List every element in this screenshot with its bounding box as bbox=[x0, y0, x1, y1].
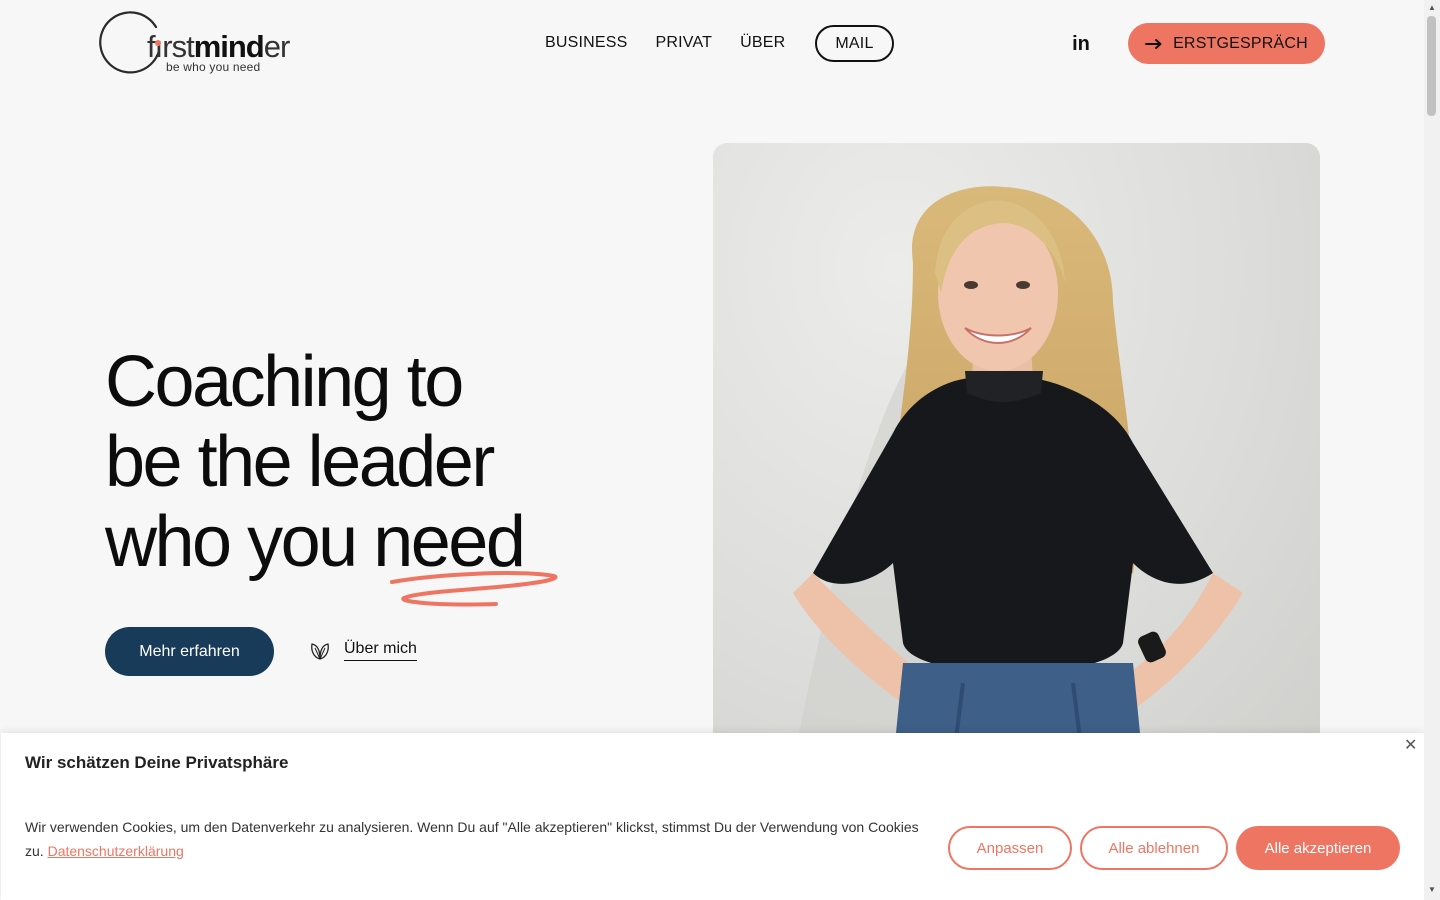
cookie-customize-button[interactable]: Anpassen bbox=[948, 826, 1072, 870]
portrait-illustration bbox=[793, 186, 1243, 763]
main-nav: BUSINESS PRIVAT ÜBER MAIL bbox=[531, 24, 894, 62]
hero-headline: Coaching to be the leader who you need bbox=[105, 342, 645, 582]
privacy-policy-link[interactable]: Datenschutzerklärung bbox=[48, 843, 184, 859]
hero-portrait bbox=[713, 143, 1320, 763]
hero-line-1: Coaching to bbox=[105, 342, 464, 422]
erstgespraech-button[interactable]: ERSTGESPRÄCH bbox=[1128, 23, 1325, 64]
hero-line-3: who you need bbox=[105, 502, 526, 582]
erstgespraech-label: ERSTGESPRÄCH bbox=[1173, 34, 1308, 52]
nav-mail-button[interactable]: MAIL bbox=[815, 24, 894, 62]
scroll-up-arrow-icon[interactable]: ▲ bbox=[1428, 3, 1436, 12]
nav-business[interactable]: BUSINESS bbox=[531, 24, 642, 62]
logo[interactable]: fırstminder be who you need bbox=[99, 11, 309, 77]
scrollbar-thumb[interactable] bbox=[1427, 16, 1436, 116]
scroll-down-arrow-icon[interactable]: ▼ bbox=[1428, 885, 1436, 894]
logo-wordmark: fırstminder bbox=[147, 29, 290, 64]
cookie-reject-button[interactable]: Alle ablehnen bbox=[1080, 826, 1228, 870]
nav-ueber[interactable]: ÜBER bbox=[726, 24, 799, 62]
underline-scribble bbox=[390, 571, 558, 607]
linkedin-icon[interactable]: in bbox=[1070, 33, 1092, 55]
mehr-erfahren-button[interactable]: Mehr erfahren bbox=[105, 627, 274, 676]
hero-line-2: be the leader bbox=[105, 422, 495, 502]
logo-dot bbox=[155, 40, 161, 46]
nav-privat[interactable]: PRIVAT bbox=[642, 24, 727, 62]
cookie-text: Wir verwenden Cookies, um den Datenverke… bbox=[25, 819, 919, 859]
close-icon[interactable]: ✕ bbox=[1404, 735, 1417, 755]
arrow-right-icon bbox=[1145, 38, 1162, 49]
leaf-icon bbox=[311, 643, 329, 660]
logo-tagline: be who you need bbox=[166, 60, 261, 74]
ueber-mich-link[interactable]: Über mich bbox=[344, 640, 417, 661]
cookie-accept-button[interactable]: Alle akzeptieren bbox=[1236, 826, 1400, 870]
cookie-banner: Wir schätzen Deine Privatsphäre ✕ Wir ve… bbox=[1, 733, 1424, 900]
scrollbar[interactable]: ▲ ▼ bbox=[1424, 0, 1440, 900]
cookie-title: Wir schätzen Deine Privatsphäre bbox=[25, 753, 289, 772]
